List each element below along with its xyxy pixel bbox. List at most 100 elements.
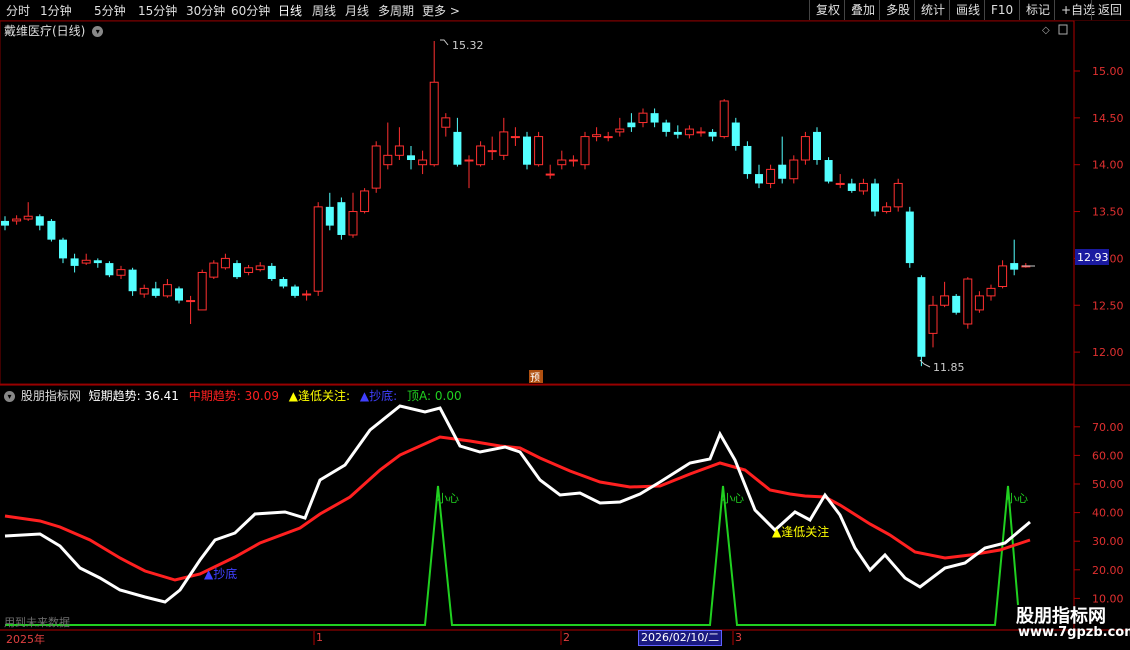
mid-trend-line — [4, 435, 1031, 582]
bottom-signal: ▲抄底 — [204, 566, 237, 581]
indicator-axis: 70.0060.0050.0040.0030.0020.0010.00 — [1074, 421, 1124, 605]
bottom-legend: ▲抄底: — [359, 389, 398, 403]
candle-body-down — [59, 239, 67, 259]
current-price-label: 12.93 — [1077, 251, 1109, 264]
price-axis-label: 12.00 — [1092, 346, 1124, 359]
candle-body-up — [360, 190, 370, 213]
candle-body-up — [255, 265, 265, 271]
candle-body-up — [12, 218, 22, 222]
candle-body-up — [615, 128, 625, 133]
candle-body-down — [325, 206, 334, 226]
caution-label-2: 小心 — [722, 492, 744, 505]
indicator-axis-label: 20.00 — [1092, 564, 1124, 577]
cursor-date-box: 2026/02/10/二 — [638, 630, 723, 646]
candle-body-down — [905, 211, 914, 264]
candle-body-up — [429, 81, 439, 166]
candle-body-down — [70, 258, 79, 266]
candle-body-up — [800, 136, 810, 161]
candle-body-up — [162, 284, 172, 297]
candle-body-down — [952, 295, 961, 313]
candle-body-down — [337, 202, 346, 235]
price-axis-label: 13.50 — [1092, 206, 1124, 219]
candle-body-up — [302, 293, 312, 296]
candle-body-down — [407, 155, 415, 161]
price-axis-label: 14.00 — [1092, 159, 1124, 172]
candle-body-up — [23, 215, 33, 220]
candle-body-up — [116, 269, 126, 276]
candle-body-down — [523, 136, 531, 165]
future-data-note: 用到未来数据 — [4, 615, 70, 629]
diamond-icon[interactable]: ◇ — [1042, 25, 1050, 36]
candle-body-up — [963, 278, 973, 325]
candle-body-down — [813, 131, 821, 161]
candle-body-up — [244, 267, 254, 273]
high-price-label: 15.32 — [452, 39, 484, 52]
indicator-dropdown-icon[interactable]: ▾ — [4, 391, 15, 402]
low-attention-signal: ▲逢低关注 — [772, 524, 829, 539]
candle-body-up — [789, 159, 799, 180]
candle-body-up — [441, 117, 451, 128]
short-trend-value: 36.41 — [144, 389, 179, 403]
candle-body-up — [209, 262, 219, 278]
candle-body-down — [743, 145, 752, 175]
candle-body-down — [291, 286, 299, 296]
top-signal-line — [5, 485, 1019, 626]
candle-body-up — [719, 100, 729, 138]
candle-body-up — [418, 159, 428, 166]
candle-body-up — [383, 154, 393, 166]
candle-body-down — [731, 122, 740, 146]
year-label: 2025年 — [6, 633, 45, 646]
mid-trend-value: 30.09 — [244, 389, 279, 403]
candle-body-down — [847, 183, 856, 191]
indicator-axis-label: 50.00 — [1092, 478, 1124, 491]
candle-body-down — [93, 260, 102, 264]
candle-body-up — [394, 145, 404, 156]
watermark-url: www.7gpzb.com — [1018, 625, 1130, 640]
main-chart-frame — [0, 20, 1075, 385]
candle-body-up — [580, 136, 590, 166]
candle-body-up — [545, 173, 555, 176]
top-a-label: 顶A: — [407, 389, 432, 403]
caution-label-1: 小心 — [437, 492, 459, 505]
candle-body-up — [313, 206, 323, 292]
month-label-2: 2 — [563, 631, 570, 644]
top-a-value: 0.00 — [434, 389, 462, 403]
candle-body-down — [35, 216, 44, 226]
candle-body-up — [499, 131, 509, 156]
candle-body-up — [882, 206, 892, 213]
candle-body-down — [778, 164, 787, 179]
candle-body-up — [220, 257, 230, 269]
candle-body-up — [766, 168, 776, 184]
candle-body-down — [267, 265, 276, 280]
indicator-axis-label: 40.00 — [1092, 507, 1124, 520]
candle-body-up — [696, 131, 706, 134]
price-axis-label: 15.00 — [1092, 65, 1124, 78]
candle-body-up — [510, 136, 520, 139]
candle-body-up — [998, 265, 1008, 288]
indicator-name: 股朋指标网 — [20, 389, 81, 403]
candle-body-down — [47, 220, 56, 240]
candle-body-up — [464, 159, 474, 162]
indicator-axis-label: 30.00 — [1092, 535, 1124, 548]
candle-body-down — [650, 113, 659, 123]
candle-body-up — [476, 145, 486, 166]
indicator-axis-label: 70.00 — [1092, 421, 1124, 434]
candle-body-down — [279, 279, 288, 287]
candle-body-down — [824, 160, 833, 182]
candle-body-down — [233, 263, 241, 278]
low-attention-legend: ▲逢低关注: — [288, 389, 351, 403]
price-axis: 15.0014.5014.0013.5013.0012.5012.00 — [1074, 65, 1124, 359]
forecast-tag: 预 — [530, 372, 540, 384]
indicator-title-bar: ▾ 股朋指标网 短期趋势: 36.41 中期趋势: 30.09 ▲逢低关注: ▲… — [4, 387, 462, 404]
candle-body-up — [348, 211, 358, 236]
window-toggle-icon[interactable] — [1058, 24, 1068, 35]
candle-body-up — [557, 159, 567, 166]
high-marker-pointer — [440, 39, 449, 46]
caution-label-3: 小心 — [1006, 492, 1028, 505]
candle-body-down — [1010, 263, 1019, 270]
candle-body-down — [175, 288, 183, 301]
candle-body-up — [638, 112, 648, 124]
candle-body-down — [151, 288, 160, 296]
mid-trend-label: 中期趋势: — [188, 389, 241, 403]
candle-body-up — [568, 159, 578, 162]
